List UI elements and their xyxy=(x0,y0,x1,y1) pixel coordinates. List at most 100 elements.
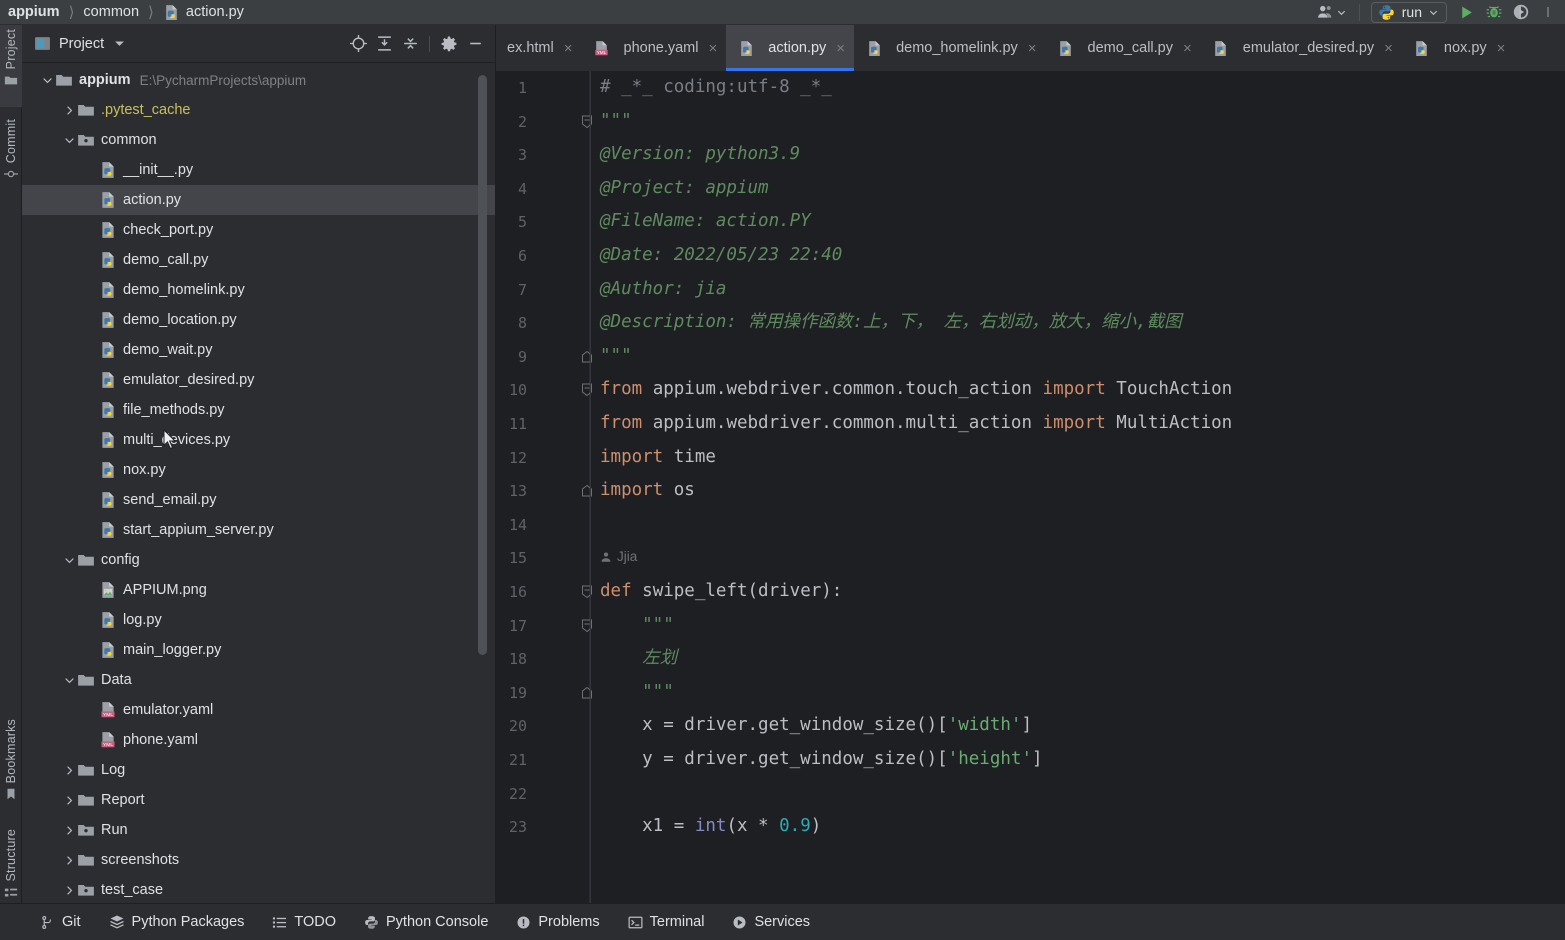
project-tree-scrollbar[interactable] xyxy=(478,75,487,655)
tree-row-file-methods-py[interactable]: file_methods.py xyxy=(22,395,495,425)
chevron-down-icon[interactable] xyxy=(62,133,77,148)
tree-row-demo-location-py[interactable]: demo_location.py xyxy=(22,305,495,335)
tree-row-data[interactable]: Data xyxy=(22,665,495,695)
tree-row-appium[interactable]: appium E:\PycharmProjects\appium xyxy=(22,65,495,95)
stripe-item-bookmarks[interactable]: Bookmarks xyxy=(0,715,22,813)
tree-row-action-py[interactable]: action.py xyxy=(22,185,495,215)
code-author-inlay-hint[interactable]: Jjia xyxy=(600,549,637,564)
editor-tab-action-py[interactable]: action.py × xyxy=(726,25,855,71)
status-item-label: Git xyxy=(62,914,81,930)
folder-source-icon xyxy=(77,131,95,149)
more-toolbar-button[interactable] xyxy=(1534,0,1561,25)
breadcrumb-item-file[interactable]: action.py xyxy=(163,4,244,21)
chevron-down-icon[interactable] xyxy=(114,38,125,49)
tree-row-emulator-desired-py[interactable]: emulator_desired.py xyxy=(22,365,495,395)
chevron-right-icon[interactable] xyxy=(62,793,77,808)
close-icon[interactable]: × xyxy=(1384,40,1393,57)
close-icon[interactable]: × xyxy=(836,40,845,57)
run-with-coverage-button[interactable] xyxy=(1507,0,1534,25)
close-icon[interactable]: × xyxy=(1028,40,1037,57)
tree-row-run[interactable]: Run xyxy=(22,815,495,845)
tree-row-multi-devices-py[interactable]: multi_devices.py xyxy=(22,425,495,455)
tree-row-main-logger-py[interactable]: main_logger.py xyxy=(22,635,495,665)
python-file-icon xyxy=(99,431,117,449)
code-token: from xyxy=(600,379,643,400)
status-item-problems[interactable]: Problems xyxy=(502,904,613,940)
close-icon[interactable]: × xyxy=(1497,40,1506,57)
tree-row-demo-wait-py[interactable]: demo_wait.py xyxy=(22,335,495,365)
stripe-item-project[interactable]: Project xyxy=(0,25,22,107)
debug-button[interactable] xyxy=(1480,0,1507,25)
tree-row-demo-call-py[interactable]: demo_call.py xyxy=(22,245,495,275)
settings-gear-icon[interactable] xyxy=(437,32,461,56)
python-file-icon xyxy=(865,39,883,57)
problems-icon xyxy=(516,915,531,930)
tree-row-emulator-yaml[interactable]: YML emulator.yaml xyxy=(22,695,495,725)
code-token: ] xyxy=(1021,715,1032,736)
tree-row-report[interactable]: Report xyxy=(22,785,495,815)
chevron-down-icon[interactable] xyxy=(62,553,77,568)
tree-row-config[interactable]: config xyxy=(22,545,495,575)
editor-tab-nox-py[interactable]: nox.py × xyxy=(1402,25,1515,71)
status-item-python-console[interactable]: Python Console xyxy=(350,904,502,940)
tree-row-test-case[interactable]: test_case xyxy=(22,875,495,903)
project-tree[interactable]: appium E:\PycharmProjects\appium .pytest_c… xyxy=(22,63,495,903)
close-icon[interactable]: × xyxy=(708,40,717,57)
tree-row-phone-yaml[interactable]: YML phone.yaml xyxy=(22,725,495,755)
editor-tab-phone-yaml[interactable]: YML phone.yaml × xyxy=(582,25,727,71)
tree-row-send-email-py[interactable]: send_email.py xyxy=(22,485,495,515)
editor-tab-ex-html[interactable]: ex.html × xyxy=(496,25,582,71)
code-content[interactable]: # _*_ coding:utf-8 _*_ """ @Version: pytho… xyxy=(590,71,1565,903)
editor-tab-demo-homelink-py[interactable]: demo_homelink.py × xyxy=(854,25,1045,71)
breadcrumb-item-project[interactable]: appium xyxy=(8,4,60,20)
tree-row-label: demo_homelink.py xyxy=(123,282,245,298)
python-file-icon xyxy=(99,191,117,209)
chevron-right-icon[interactable] xyxy=(62,823,77,838)
chevron-down-icon[interactable] xyxy=(62,673,77,688)
project-window-icon xyxy=(34,35,51,52)
tree-row-start-appium-server-py[interactable]: start_appium_server.py xyxy=(22,515,495,545)
run-button[interactable] xyxy=(1453,0,1480,25)
indent-guide xyxy=(590,71,591,903)
tree-row--init-py[interactable]: __init__.py xyxy=(22,155,495,185)
tree-row-log-py[interactable]: log.py xyxy=(22,605,495,635)
status-item-python-packages[interactable]: Python Packages xyxy=(95,904,259,940)
code-token: @Version: python3.9 xyxy=(600,144,801,165)
close-icon[interactable]: × xyxy=(564,40,573,57)
chevron-right-icon[interactable] xyxy=(62,103,77,118)
tree-row-nox-py[interactable]: nox.py xyxy=(22,455,495,485)
locate-icon[interactable] xyxy=(346,32,370,56)
collapse-all-icon[interactable] xyxy=(398,32,422,56)
close-icon[interactable]: × xyxy=(1183,40,1192,57)
editor-tab-emulator-desired-py[interactable]: emulator_desired.py × xyxy=(1201,25,1402,71)
status-item-todo[interactable]: TODO xyxy=(258,904,350,940)
status-item-git[interactable]: Git xyxy=(26,904,95,940)
tree-row-appium-png[interactable]: APPIUM.png xyxy=(22,575,495,605)
tree-row-check-port-py[interactable]: check_port.py xyxy=(22,215,495,245)
code-token: # _*_ coding:utf-8 _*_ xyxy=(600,77,832,97)
stripe-item-commit[interactable]: Commit xyxy=(0,115,22,201)
user-account-button[interactable] xyxy=(1308,0,1354,25)
chevron-right-icon[interactable] xyxy=(62,763,77,778)
status-item-services[interactable]: Services xyxy=(718,904,824,940)
code-token: """ xyxy=(600,681,674,702)
editor-gutter[interactable]: 1 2 3 4 5 6 7 8 9 10 11 12 13 14 15 16 17 18 19 20 21 22 23 xyxy=(496,71,592,903)
python-file-icon xyxy=(99,521,117,539)
tree-row-demo-homelink-py[interactable]: demo_homelink.py xyxy=(22,275,495,305)
chevron-down-icon[interactable] xyxy=(40,73,55,88)
chevron-right-icon[interactable] xyxy=(62,853,77,868)
image-file-icon xyxy=(99,581,117,599)
expand-all-icon[interactable] xyxy=(372,32,396,56)
editor-tab-demo-call-py[interactable]: demo_call.py × xyxy=(1046,25,1201,71)
chevron-right-icon[interactable] xyxy=(62,883,77,898)
tree-row-label: Data xyxy=(101,672,132,688)
tree-row--pytest-cache[interactable]: .pytest_cache xyxy=(22,95,495,125)
tree-row-common[interactable]: common xyxy=(22,125,495,155)
tree-row-log[interactable]: Log xyxy=(22,755,495,785)
run-configuration-selector[interactable]: run xyxy=(1370,1,1447,23)
tree-row-screenshots[interactable]: screenshots xyxy=(22,845,495,875)
status-item-terminal[interactable]: Terminal xyxy=(614,904,719,940)
breadcrumb-item-folder[interactable]: common xyxy=(83,4,139,20)
code-editor[interactable]: 1 2 3 4 5 6 7 8 9 10 11 12 13 14 15 16 17 18 19 20 21 22 23 # … xyxy=(496,71,1565,903)
hide-panel-icon[interactable] xyxy=(463,32,487,56)
